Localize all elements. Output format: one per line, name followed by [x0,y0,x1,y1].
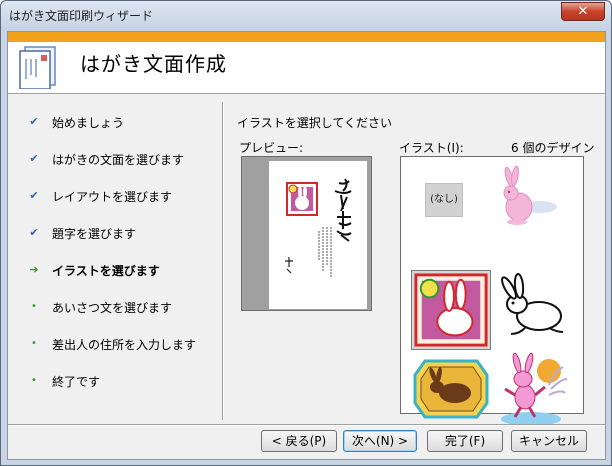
pink-rabbit-icon [503,165,557,225]
bullet-icon: • [31,301,37,312]
step-postcard-type: ✔ はがきの文面を選びます [26,149,184,169]
window-title: はがき文面印刷ウィザード [9,9,154,23]
illustration-pink-rabbit[interactable] [489,159,569,239]
button-divider [8,424,605,426]
postcard-preview-card [269,161,367,309]
illustration-gold-rabbit[interactable] [411,355,491,435]
checkmark-icon: ✔ [29,189,39,202]
wizard-step-list: ✔ 始めましょう ✔ はがきの文面を選びます ✔ レイアウトを選びます ✔ 題字を選びま… [8,94,224,424]
title-bar: はがき文面印刷ウィザード ✕ [1,1,611,31]
checkmark-icon: ✔ [29,226,39,239]
illustration-stamp-rabbit[interactable] [411,270,491,350]
postcard-wizard-icon [19,46,56,89]
step-label: あいさつ文を選びます [52,300,173,315]
postcard-preview [241,156,372,311]
stamp-rabbit-icon [414,273,488,347]
wizard-client-area: はがき文面作成 ✔ 始めましょう ✔ はがきの文面を選びます ✔ レイアウトを選びます… [7,31,606,460]
gold-rabbit-icon [413,359,489,419]
vertical-divider [222,102,224,420]
close-button[interactable]: ✕ [561,2,605,21]
wizard-header: はがき文面作成 [8,32,605,94]
current-step-arrow-icon: ➔ [29,263,39,276]
instruction-text: イラストを選択してください [237,116,393,130]
wizard-window: はがき文面印刷ウィザード ✕ はがき文面作成 ✔ 始めましょう ✔ はがきの文面を選… [0,0,612,466]
outline-rabbit-icon [501,273,564,335]
step-finish: • 終了です [26,371,100,391]
step-label: 終了です [52,374,101,389]
design-count-label: 6 個のデザイン [511,141,595,155]
step-label: 差出人の住所を入力します [52,337,197,352]
illustration-none[interactable]: (なし) [403,159,483,239]
step-label: イラストを選びます [52,263,160,278]
step-illustration: ➔ イラストを選びます [26,260,160,280]
step-sender-address: • 差出人の住所を入力します [26,334,196,354]
step-label: 始めましょう [52,115,125,130]
cancel-button[interactable]: キャンセル [511,430,587,452]
step-start: ✔ 始めましょう [26,112,124,132]
postcard-preview-drawing [285,178,352,277]
next-button[interactable]: 次へ(N) > [343,430,417,452]
illustration-dancing-rabbit[interactable] [491,349,571,429]
step-label: 題字を選びます [52,226,137,241]
dancing-rabbit-icon [501,352,568,426]
step-label: レイアウトを選びます [52,189,173,204]
step-greeting: • あいさつ文を選びます [26,297,172,317]
finish-button[interactable]: 完了(F) [427,430,503,452]
checkmark-icon: ✔ [29,152,39,165]
none-option-label: (なし) [425,183,463,217]
step-title-text: ✔ 題字を選びます [26,223,136,243]
checkmark-icon: ✔ [29,115,39,128]
wizard-page-title: はがき文面作成 [80,52,227,76]
preview-label: プレビュー: [239,141,304,155]
illustration-gallery[interactable]: (なし) [400,156,584,426]
step-label: はがきの文面を選びます [52,152,185,167]
illustration-list-label: イラスト(I): [399,141,464,155]
back-button[interactable]: < 戻る(P) [261,430,337,452]
bullet-icon: • [31,375,37,386]
bullet-icon: • [31,338,37,349]
step-layout: ✔ レイアウトを選びます [26,186,172,206]
illustration-outline-rabbit[interactable] [495,270,575,350]
